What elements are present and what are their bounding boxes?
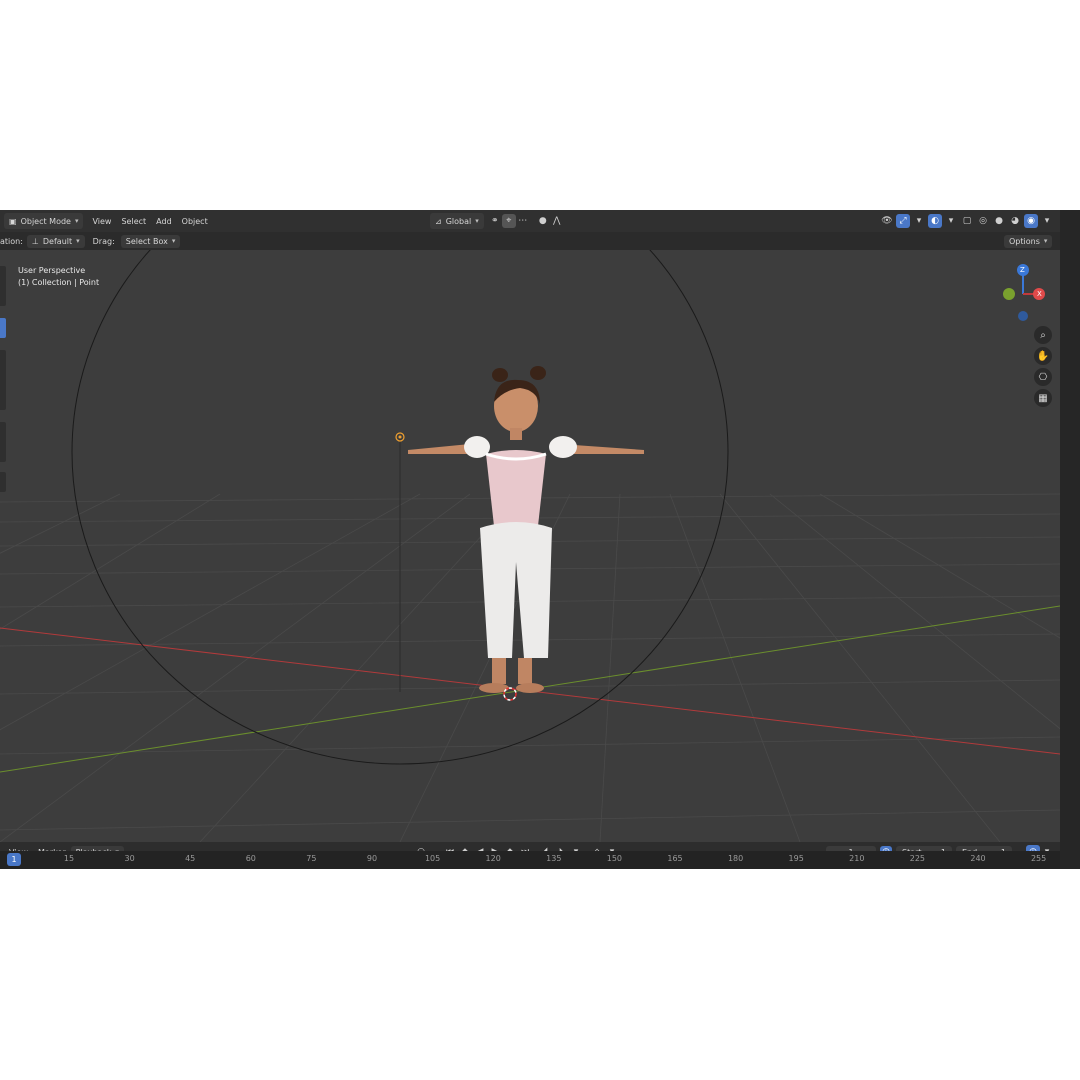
ruler-tick-label: 60	[245, 854, 256, 863]
orientation-default-dropdown[interactable]: ⊥ Default ▾	[26, 234, 85, 248]
ruler-tick-label: 210	[849, 854, 865, 863]
ruler-tick-label: 30	[124, 854, 135, 863]
ruler-tick-label: 15	[63, 854, 75, 863]
menu-object[interactable]: Object	[177, 213, 213, 229]
chevron-down-icon[interactable]: ▾	[944, 214, 958, 228]
ruler-tick-label: 195	[788, 854, 804, 863]
toolbar-select-tool[interactable]	[0, 318, 6, 338]
ruler-tick-label: 180	[727, 854, 744, 863]
tool-options-bar: ation: ⊥ Default ▾ Drag: Select Box ▾ Op…	[0, 232, 1060, 250]
ruler-tick-label: 165	[667, 854, 683, 863]
toolbar-stub-top[interactable]	[0, 266, 6, 306]
zoom-icon[interactable]: ⌕	[1034, 326, 1052, 344]
chevron-down-icon: ▾	[74, 217, 79, 225]
overlays-toggle-icon[interactable]: ◐	[928, 214, 942, 228]
orientation-icon: ⊿	[435, 216, 442, 226]
3d-viewport[interactable]: User Perspective (1) Collection | Point …	[0, 232, 1060, 842]
mode-label: Object Mode	[20, 216, 71, 226]
orientation-label: Global	[445, 216, 472, 226]
drag-value: Select Box	[125, 236, 168, 246]
gizmo-x-label: X	[1037, 290, 1042, 298]
chevron-down-icon[interactable]: ▾	[1040, 214, 1054, 228]
perspective-label: User Perspective	[18, 266, 86, 275]
chevron-down-icon[interactable]: ▾	[912, 214, 926, 228]
ruler-tick-label: 90	[366, 854, 378, 863]
xray-icon[interactable]: ▢	[960, 214, 974, 228]
collection-label: (1) Collection | Point	[18, 278, 100, 287]
visibility-icon[interactable]: 👁	[880, 214, 894, 228]
ruler-tick-label: 255	[1030, 854, 1047, 863]
snap-icon[interactable]: ⌖	[501, 214, 516, 228]
blender-window: User Perspective (1) Collection | Point …	[0, 210, 1080, 869]
options-dropdown[interactable]: Options ▾	[1004, 234, 1053, 248]
orientation-default-label: Default	[42, 236, 73, 246]
pivot-point-icon[interactable]: ⚭	[488, 214, 502, 228]
chevron-down-icon: ▾	[171, 237, 176, 245]
ortho-grid-icon[interactable]: ▦	[1034, 389, 1052, 407]
ruler-tick-label: 105	[424, 854, 441, 863]
rendered-shading-icon[interactable]: ◉	[1024, 214, 1038, 228]
toolbar-stub-annotate[interactable]	[0, 422, 6, 462]
character-model	[408, 366, 644, 693]
orientation-prefix: ation:	[0, 236, 23, 246]
material-shading-icon[interactable]: ◕	[1008, 214, 1022, 228]
chevron-down-icon: ▾	[475, 217, 479, 225]
toolbar-stub-transform[interactable]	[0, 350, 6, 410]
camera-view-icon[interactable]: ⎔	[1034, 368, 1052, 386]
transform-orientation-dropdown[interactable]: ⊿ Global ▾	[430, 213, 484, 229]
ruler-tick-label: 225	[909, 854, 926, 863]
ruler-tick-label: 150	[606, 854, 623, 863]
y-axis-icon	[1003, 288, 1015, 300]
viewport-scene	[0, 232, 1060, 842]
menu-view[interactable]: View	[87, 213, 116, 229]
object-mode-icon: ▣	[9, 216, 17, 226]
ruler-tick-label: 135	[546, 854, 562, 863]
options-label: Options	[1009, 236, 1040, 246]
playhead-frame[interactable]: 1	[7, 853, 21, 866]
ruler-tick-label: 45	[185, 854, 196, 863]
proportional-edit-icon[interactable]: ●	[536, 214, 550, 228]
chevron-down-icon: ▾	[76, 237, 80, 245]
navigation-gizmo[interactable]	[995, 260, 1055, 330]
drag-label: Drag:	[92, 236, 115, 246]
snap-target-icon[interactable]: ⋯	[516, 214, 530, 228]
mode-dropdown[interactable]: ▣ Object Mode ▾	[4, 213, 84, 229]
viewport-header: ▣ Object Mode ▾ View Select Add Object ⊿…	[0, 210, 1060, 232]
3d-cursor	[503, 687, 517, 701]
pan-hand-icon[interactable]: ✋	[1034, 347, 1052, 365]
ruler-tick-label: 120	[485, 854, 501, 863]
properties-tab-strip: ☰ ⚙ ✎ ▣ ▤ ▧ ◭ ◍ ▭ ■ ◉ ⚇ 💡	[1060, 210, 1080, 869]
gizmo-toggle-icon[interactable]: ⤢	[896, 214, 910, 228]
ruler-tick-label: 240	[970, 854, 986, 863]
gizmo-z-label: Z	[1020, 266, 1025, 274]
menu-add[interactable]: Add	[151, 213, 177, 229]
neg-z-axis-icon	[1018, 311, 1028, 321]
toolbar-stub-measure[interactable]	[0, 472, 6, 492]
falloff-icon[interactable]: ⋀	[550, 214, 564, 228]
drag-dropdown[interactable]: Select Box ▾	[120, 234, 181, 248]
axes-icon: ⊥	[31, 236, 39, 246]
menu-select[interactable]: Select	[116, 213, 151, 229]
solid-shading-icon[interactable]: ●	[992, 214, 1006, 228]
timeline-ruler[interactable]: 1 15 30 45 60 75 90 105 120 135 150 165 180 195 210 22…	[0, 851, 1060, 869]
chevron-down-icon: ▾	[1043, 237, 1048, 245]
wireframe-shading-icon[interactable]: ◎	[976, 214, 990, 228]
ruler-tick-label: 75	[306, 854, 317, 863]
